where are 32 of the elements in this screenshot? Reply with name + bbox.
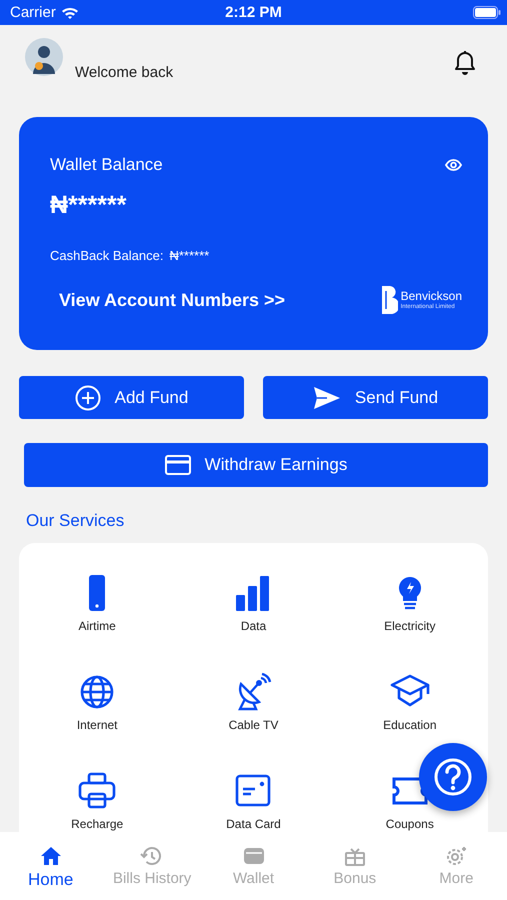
carrier-label: Carrier (10, 4, 56, 21)
section-title: Our Services (26, 511, 126, 531)
cashback-amount: ₦****** (169, 248, 210, 263)
battery-icon (473, 6, 501, 19)
logo-name: Benvickson (400, 290, 462, 302)
avatar[interactable] (25, 38, 63, 76)
service-item[interactable]: Recharge (19, 771, 176, 832)
withdraw-earnings-button[interactable]: Withdraw Earnings (24, 443, 488, 487)
wallet-title: Wallet Balance (50, 155, 163, 175)
service-item[interactable]: Electricity (332, 573, 488, 672)
logo-icon (380, 285, 398, 315)
service-item[interactable]: Airtime (19, 573, 176, 672)
credit-card-icon (164, 455, 191, 475)
balance-amount: ₦****** (50, 191, 128, 220)
question-mark-icon (433, 757, 473, 797)
view-account-numbers-link[interactable]: View Account Numbers >> (59, 290, 286, 310)
service-item[interactable]: Cable TV (175, 672, 332, 771)
eye-icon[interactable] (445, 159, 462, 171)
service-item[interactable]: Internet (19, 672, 176, 771)
service-item[interactable]: Data (175, 573, 332, 672)
plus-circle-icon (74, 384, 101, 410)
service-item[interactable]: Education (332, 672, 488, 771)
welcome-text: Welcome back (75, 64, 174, 81)
action-button[interactable]: Add Fund (19, 376, 244, 419)
send-icon (312, 386, 341, 410)
wifi-icon (60, 6, 79, 20)
tab[interactable]: Home (0, 844, 102, 890)
cashback-label: CashBack Balance: (50, 248, 164, 263)
clock: 2:12 PM (225, 4, 282, 21)
action-button[interactable]: Send Fund (263, 376, 488, 419)
notification-bell-icon[interactable] (453, 50, 477, 76)
service-item[interactable]: Data Card (175, 771, 332, 832)
